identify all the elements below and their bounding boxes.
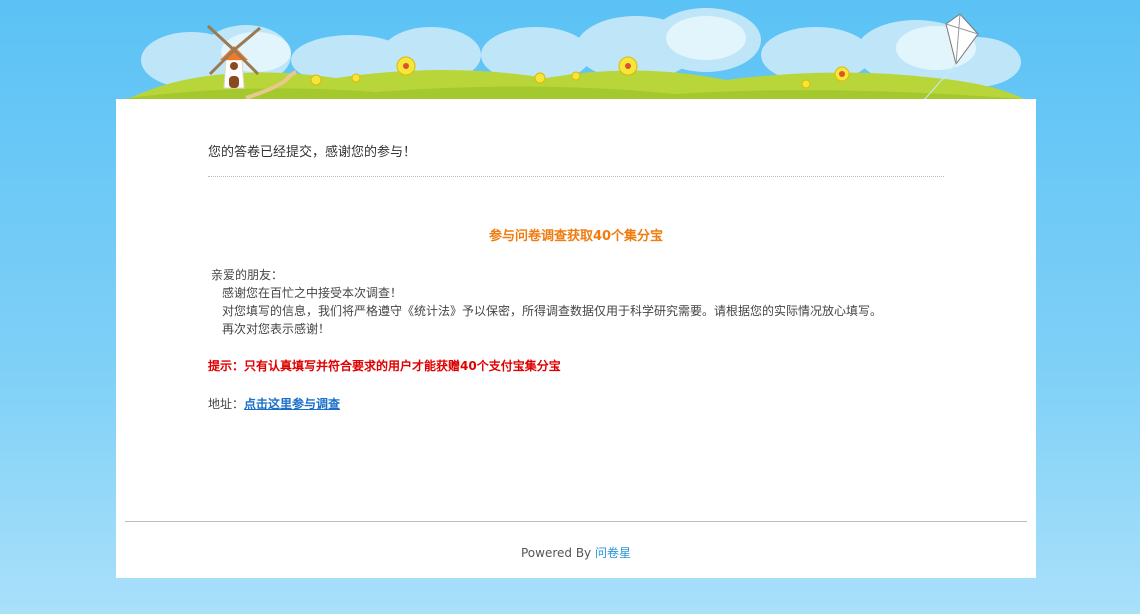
dotted-divider bbox=[208, 176, 944, 177]
address-label: 地址： bbox=[208, 397, 245, 411]
submission-thanks-message: 您的答卷已经提交，感谢您的参与！ bbox=[208, 145, 417, 160]
promo-letter: 亲爱的朋友： 感谢您在百忙之中接受本次调查！ 对您填写的信息，我们将严格遵守《统… bbox=[208, 266, 882, 338]
promo-tip: 提示：只有认真填写并符合要求的用户才能获赠40个支付宝集分宝 bbox=[208, 359, 561, 373]
letter-line: 再次对您表示感谢！ bbox=[222, 322, 331, 336]
result-card: 您的答卷已经提交，感谢您的参与！ 参与问卷调查获取40个集分宝 亲爱的朋友： 感… bbox=[116, 99, 1036, 578]
letter-greeting: 亲爱的朋友： bbox=[211, 268, 284, 282]
brand-link[interactable]: 问卷星 bbox=[595, 546, 631, 560]
powered-by-label: Powered By bbox=[520, 546, 592, 560]
survey-link[interactable]: 点击这里参与调查 bbox=[244, 397, 340, 411]
landscape-banner bbox=[116, 8, 1036, 100]
letter-line: 感谢您在百忙之中接受本次调查！ bbox=[222, 286, 403, 300]
footer-divider bbox=[125, 521, 1027, 522]
letter-line: 对您填写的信息，我们将严格遵守《统计法》予以保密，所得调查数据仅用于科学研究需要… bbox=[222, 304, 883, 318]
promo-headline: 参与问卷调查获取40个集分宝 bbox=[488, 229, 664, 244]
footer: Powered By 问卷星 bbox=[116, 544, 1036, 561]
survey-address: 地址：点击这里参与调查 bbox=[208, 395, 340, 412]
